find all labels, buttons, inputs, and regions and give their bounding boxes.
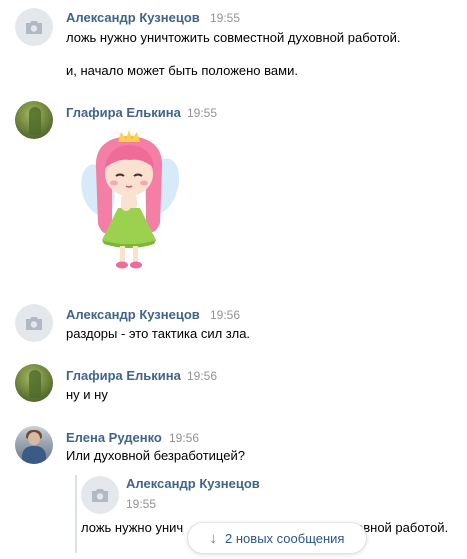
message-time[interactable]: 19:56 [169,431,199,445]
message-text: и, начало может быть положено вами. [66,63,298,78]
forwarded-time[interactable]: 19:55 [126,497,156,511]
avatar[interactable] [15,304,53,342]
forwarded-avatar[interactable] [81,476,119,514]
message-author[interactable]: Александр Кузнецов [66,307,200,322]
camera-icon [26,21,42,34]
message-author[interactable]: Елена Руденко [66,430,162,445]
message-time[interactable]: 19:56 [210,308,240,322]
message-author[interactable]: Александр Кузнецов [66,10,200,25]
message-author[interactable]: Глафира Елькина [66,368,181,383]
forwarded-quote-bar [75,475,77,553]
arrow-down-icon: ↓ [209,529,218,547]
fairy-girl-sticker[interactable] [76,128,182,273]
message-text: раздоры - это тактика сил зла. [66,326,251,341]
camera-icon [26,317,42,330]
message-time[interactable]: 19:55 [187,106,217,120]
message-text: Или духовной безработицей? [66,448,245,463]
message-text: ну и ну [66,387,108,402]
avatar[interactable] [15,426,53,464]
new-messages-button[interactable]: ↓ 2 новых сообщения [187,522,367,554]
message-text: ложь нужно уничтожить совместной духовно… [66,30,401,45]
forwarded-text: ложь нужно унич [81,520,184,535]
avatar[interactable] [15,8,53,46]
new-messages-label: 2 новых сообщения [225,530,345,546]
message-time[interactable]: 19:55 [210,11,240,25]
avatar[interactable] [15,101,53,139]
message-time[interactable]: 19:56 [187,369,217,383]
camera-icon [92,489,108,502]
forwarded-text: овной работой. [356,520,449,535]
forwarded-author[interactable]: Александр Кузнецов [126,476,260,491]
message-author[interactable]: Глафира Елькина [66,105,181,120]
avatar[interactable] [15,364,53,402]
